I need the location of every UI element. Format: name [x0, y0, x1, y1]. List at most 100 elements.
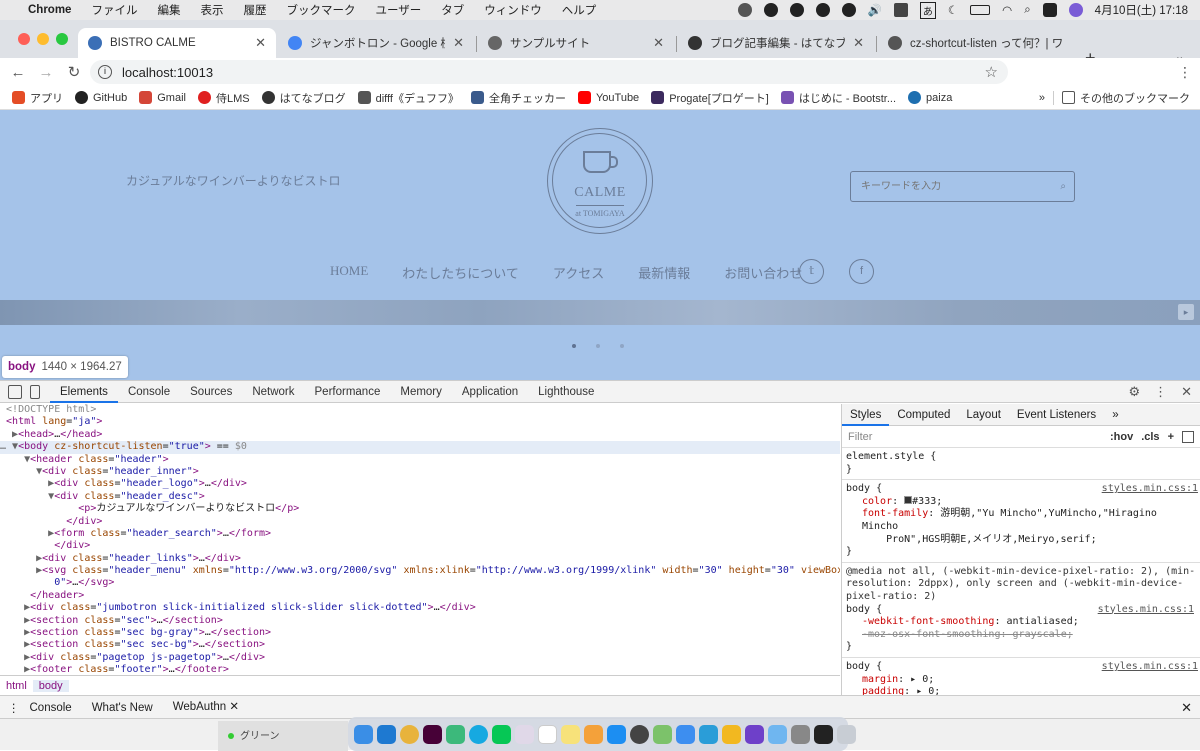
browser-menu-icon[interactable]: ⋮ [1178, 64, 1192, 81]
menu-item[interactable]: タブ [441, 2, 464, 18]
devtools-tab-elements[interactable]: Elements [50, 381, 118, 403]
dom-node-line[interactable]: </div> [0, 540, 840, 552]
close-window-button[interactable] [18, 33, 30, 45]
settings-gear-icon[interactable]: ⚙ [1128, 384, 1140, 400]
github-desktop-icon[interactable] [745, 724, 764, 744]
siri-icon[interactable] [1068, 3, 1083, 17]
style-rule[interactable]: element.style { } [842, 448, 1200, 481]
maps-icon[interactable] [653, 724, 672, 744]
sidebar-toggle-icon[interactable] [1182, 430, 1194, 443]
browser-tab[interactable]: BISTRO CALME ✕ [78, 28, 276, 58]
jumbotron-slider[interactable]: ▸ [0, 300, 1200, 325]
trash-icon[interactable] [837, 724, 856, 744]
rule-source-link[interactable]: styles.min.css:1 [1098, 604, 1194, 617]
line-icon[interactable] [492, 724, 511, 744]
color-swatch[interactable] [904, 495, 913, 504]
hov-toggle[interactable]: :hov [1110, 431, 1133, 443]
bookmark-item[interactable]: 全角チェッカー [470, 90, 566, 106]
dom-node-line[interactable]: ▶<section class="sec bg-gray">…</section… [0, 627, 840, 639]
styles-filter-input[interactable]: Filter [848, 431, 1110, 443]
dom-node-line[interactable]: ▶<form class="header_search">…</form> [0, 528, 840, 540]
bookmark-item[interactable]: はてなブログ [261, 90, 346, 106]
breadcrumb-body[interactable]: body [32, 679, 69, 692]
site-info-icon[interactable]: i [98, 65, 112, 79]
style-property[interactable]: padding: ▸ 0; [846, 686, 1196, 695]
calendar-icon[interactable] [538, 724, 557, 744]
rule-source-link[interactable]: styles.min.css:1 [1102, 483, 1198, 496]
close-devtools-icon[interactable]: ✕ [1181, 384, 1192, 400]
dom-node-line[interactable]: <p>カジュアルなワインバーよりなビストロ</p> [0, 503, 840, 515]
bookmark-item[interactable]: GitHub [75, 91, 127, 104]
dom-node-line[interactable]: ▶<head>…</head> [0, 429, 840, 441]
slack-icon[interactable] [515, 724, 534, 744]
finder-icon[interactable] [354, 724, 373, 744]
style-property[interactable]: margin: ▸ 0; [846, 674, 1196, 687]
devtools-tab-console[interactable]: Console [118, 381, 180, 403]
dom-node-line[interactable]: ▼<div class="header_inner"> [0, 466, 840, 478]
menu-item[interactable]: ヘルプ [562, 2, 597, 18]
inspect-element-icon[interactable] [8, 384, 22, 399]
close-drawer-tab-icon[interactable]: ✕ [229, 701, 239, 713]
style-rule[interactable]: @media not all, (-webkit-min-device-pixe… [842, 563, 1200, 658]
spotlight-icon[interactable]: ⌕ [1024, 4, 1030, 17]
status-icon[interactable] [763, 3, 778, 17]
devtools-tab-lighthouse[interactable]: Lighthouse [528, 381, 604, 403]
style-property-overridden[interactable]: -moz-osx-font-smoothing: grayscale; [846, 629, 1196, 642]
slider-next-icon[interactable]: ▸ [1178, 304, 1194, 320]
browser-tab[interactable]: ブログ記事編集 - はてなブログ ✕ [678, 28, 874, 58]
browser-tab[interactable]: サンプルサイト ✕ [478, 28, 674, 58]
drawer-tab-webauthn[interactable]: WebAuthn ✕ [162, 696, 250, 720]
menu-item[interactable]: ブックマーク [286, 2, 355, 18]
forward-button[interactable]: → [32, 64, 60, 81]
back-button[interactable]: ← [4, 64, 32, 81]
app-icon[interactable] [791, 724, 810, 744]
breadcrumb-html[interactable]: html [0, 680, 33, 692]
bookmark-item[interactable]: YouTube [577, 91, 639, 104]
control-center-icon[interactable] [1042, 3, 1057, 17]
bookmark-item[interactable]: paiza [908, 91, 952, 104]
styles-tab-event-listeners[interactable]: Event Listeners [1009, 404, 1104, 426]
bookmark-item[interactable]: difff《デュフフ》 [357, 90, 459, 106]
dom-node-line[interactable]: </div> [0, 516, 840, 528]
dom-node-line[interactable]: ▶<div class="header_logo">…</div> [0, 478, 840, 490]
other-bookmarks-folder[interactable]: その他のブックマーク [1062, 90, 1190, 106]
menu-item[interactable]: 履歴 [243, 2, 266, 18]
dom-node-line[interactable]: ▶<div class="pagetop js-pagetop">…</div> [0, 652, 840, 664]
terminal-icon[interactable] [814, 724, 833, 744]
close-drawer-icon[interactable]: ✕ [1181, 700, 1192, 716]
address-bar[interactable]: i localhost:10013 ☆ [90, 60, 1008, 84]
styles-tab-styles[interactable]: Styles [842, 404, 890, 426]
dom-node-line[interactable]: ▼<header class="header"> [0, 454, 840, 466]
menu-item[interactable]: ユーザー [375, 2, 421, 18]
dom-node-line[interactable]: ▶<section class="sec">…</section> [0, 615, 840, 627]
amazon-music-icon[interactable] [699, 724, 718, 744]
drawer-tab-console[interactable]: Console [20, 702, 82, 714]
nav-news[interactable]: 最新情報 [638, 263, 690, 282]
nav-access[interactable]: アクセス [553, 263, 604, 282]
bookmark-star-icon[interactable]: ☆ [985, 63, 998, 81]
adobe-xd-icon[interactable] [423, 724, 442, 744]
close-tab-icon[interactable]: ✕ [255, 35, 266, 51]
menu-app[interactable]: Chrome [28, 4, 71, 16]
bookmark-item[interactable]: アプリ [12, 90, 63, 106]
dom-node-line[interactable]: ▶<div class="jumbotron slick-initialized… [0, 602, 840, 614]
dom-node-line[interactable]: ▶<svg class="header_menu" xmlns="http://… [0, 565, 840, 577]
status-icon[interactable] [815, 3, 830, 17]
devtools-tab-sources[interactable]: Sources [180, 381, 242, 403]
browser-tab[interactable]: cz-shortcut-listen って何？| ワ [878, 28, 1074, 58]
nav-about[interactable]: わたしたちについて [402, 263, 519, 282]
menu-item[interactable]: ファイル [91, 2, 137, 18]
mail-icon[interactable] [676, 724, 695, 744]
search-icon[interactable]: ⌕ [1060, 181, 1066, 192]
browser-tab[interactable]: ジャンボトロン - Google 検索 ✕ [278, 28, 474, 58]
dom-node-line[interactable]: ▶<section class="sec sec-bg">…</section> [0, 639, 840, 651]
nav-home[interactable]: HOME [330, 263, 368, 282]
dom-node-line[interactable]: <!DOCTYPE html> [0, 404, 840, 416]
devtools-tab-memory[interactable]: Memory [390, 381, 452, 403]
app-store-icon[interactable] [607, 724, 626, 744]
background-window[interactable]: グリーン [218, 721, 348, 751]
app-icon[interactable] [446, 724, 465, 744]
status-icon[interactable] [841, 3, 856, 17]
drawer-tab-whats-new[interactable]: What's New [82, 702, 163, 714]
close-tab-icon[interactable]: ✕ [853, 35, 864, 51]
